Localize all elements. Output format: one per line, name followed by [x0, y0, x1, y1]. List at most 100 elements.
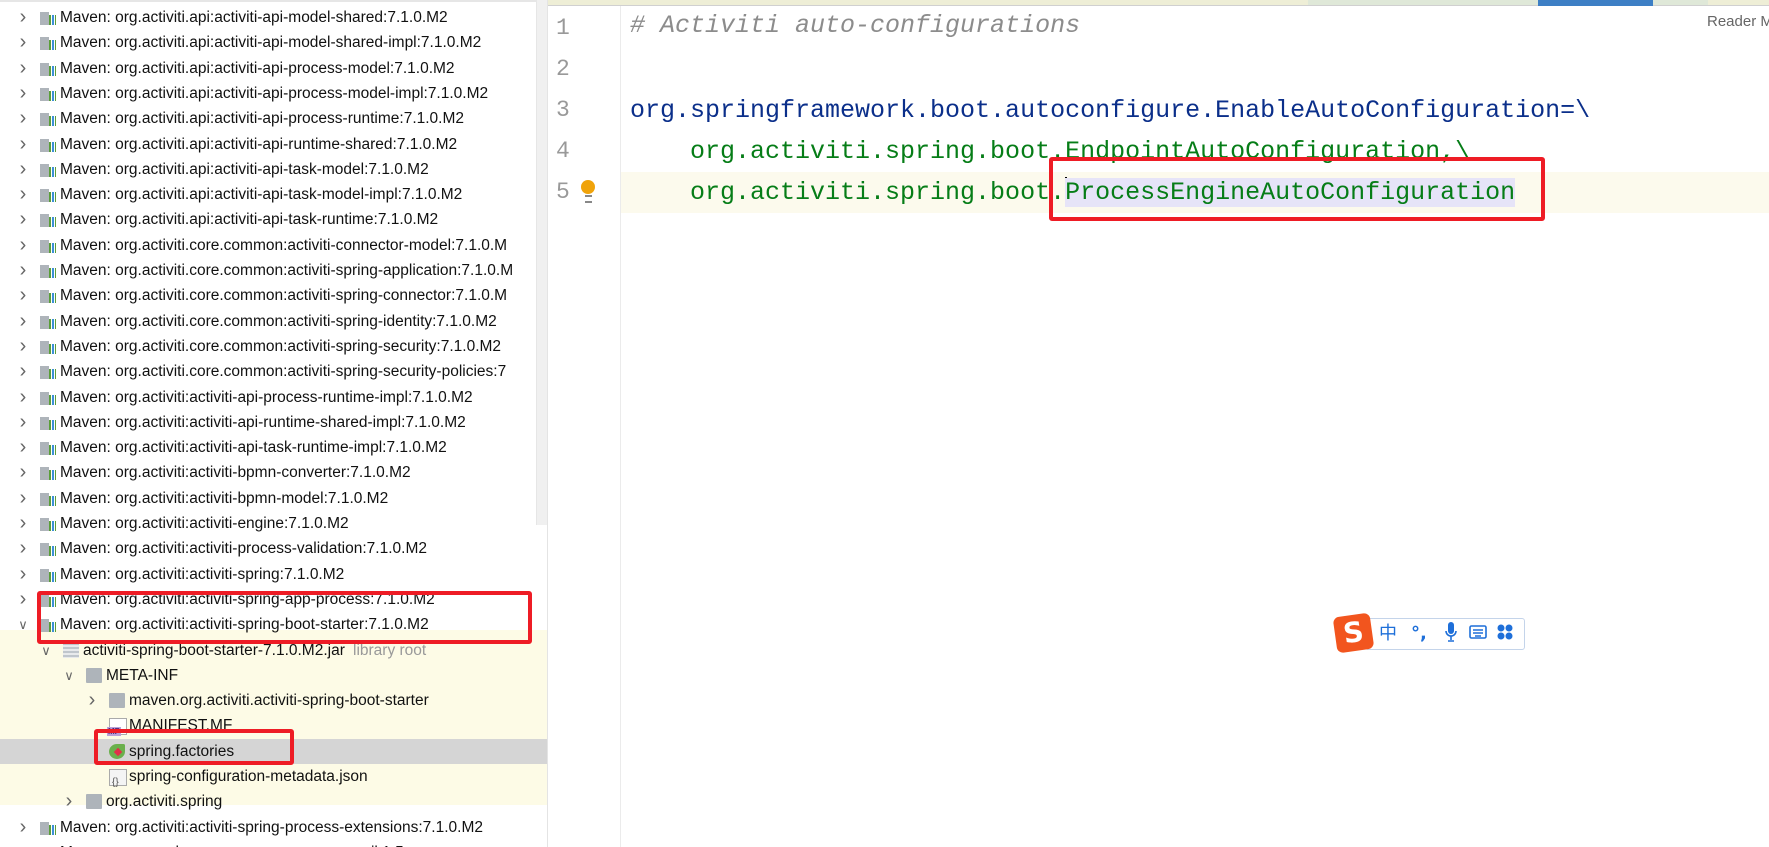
chevron-right-icon[interactable]: ›: [17, 486, 29, 511]
tree-item[interactable]: › Maven: org.activiti.api:activiti-api-pr…: [0, 106, 547, 131]
chevron-right-icon[interactable]: ›: [17, 460, 29, 485]
chevron-right-icon[interactable]: ›: [17, 157, 29, 182]
maven-library-icon: [40, 516, 56, 531]
tree-item[interactable]: › Maven: org.activiti:activiti-spring-pro…: [0, 815, 547, 840]
tree-item[interactable]: › Maven: org.activiti.api:activiti-api-ta…: [0, 182, 547, 207]
code-line-1[interactable]: # Activiti auto-configurations: [630, 5, 1080, 46]
line-number: 4: [556, 138, 570, 164]
tree-item-label: Maven: org.activiti:activiti-bpmn-model:…: [60, 489, 389, 507]
ime-chinese-mode[interactable]: 中: [1379, 621, 1397, 647]
chevron-right-icon[interactable]: ›: [17, 5, 29, 30]
project-tree-panel: › Maven: org.activiti.api:activiti-api-mo…: [0, 0, 548, 847]
chevron-right-icon[interactable]: ›: [17, 511, 29, 536]
chevron-right-icon[interactable]: ›: [17, 334, 29, 359]
chevron-right-icon[interactable]: ›: [86, 688, 98, 713]
tree-item[interactable]: › Maven: org.activiti.api:activiti-api-ru…: [0, 132, 547, 157]
chevron-right-icon[interactable]: ›: [17, 106, 29, 131]
line-number: 5: [556, 179, 570, 205]
keyboard-icon[interactable]: [1469, 621, 1487, 651]
tree-item[interactable]: › Maven: org.activiti.core.common:activit…: [0, 309, 547, 334]
chevron-right-icon[interactable]: ›: [17, 56, 29, 81]
tree-item[interactable]: › Maven: org.activiti.core.common:activit…: [0, 258, 547, 283]
tree-item[interactable]: › maven.org.activiti.activiti-spring-boot…: [0, 688, 547, 713]
tree-item[interactable]: › org.activiti.spring: [0, 789, 547, 814]
chevron-right-icon[interactable]: ›: [17, 233, 29, 258]
maven-library-icon: [40, 389, 56, 405]
tree-item[interactable]: › Maven: org.activiti.core.common:activit…: [0, 334, 547, 359]
maven-library-icon: [40, 313, 56, 329]
maven-library-icon: [40, 136, 56, 152]
chevron-right-icon[interactable]: ›: [17, 132, 29, 157]
tree-item[interactable]: › Maven: org.activiti:activiti-api-runtim…: [0, 410, 547, 435]
chevron-right-icon[interactable]: ›: [17, 81, 29, 106]
tree-item[interactable]: › Maven: org.activiti:activiti-engine:7.1…: [0, 511, 547, 536]
tree-scrollbar[interactable]: [536, 0, 547, 525]
chevron-right-icon[interactable]: ›: [17, 309, 29, 334]
reader-mode-button[interactable]: Reader M: [1707, 13, 1769, 30]
maven-library-icon: [40, 414, 56, 430]
tree-item[interactable]: › Maven: org.activiti.core.common:activit…: [0, 283, 547, 308]
maven-library-icon: [40, 819, 56, 835]
mic-icon[interactable]: [1444, 621, 1458, 651]
chevron-right-icon[interactable]: ›: [17, 840, 29, 847]
tree-item[interactable]: › Maven: org.activiti.api:activiti-api-pr…: [0, 81, 547, 106]
tree-item[interactable]: › Maven: org.activiti:activiti-bpmn-conve…: [0, 460, 547, 485]
chevron-right-icon[interactable]: ›: [17, 587, 29, 612]
tree-item[interactable]: spring-configuration-metadata.json: [0, 764, 547, 795]
lightbulb-icon[interactable]: [581, 180, 595, 203]
tree-item-label: Maven: org.activiti:activiti-spring:7.1.…: [60, 565, 345, 583]
tree-item[interactable]: › Maven: org.activiti:activiti-api-task-r…: [0, 435, 547, 460]
chevron-down-icon[interactable]: ∨: [63, 663, 75, 688]
tree-item-label: Maven: org.activiti.api:activiti-api-mod…: [60, 34, 482, 52]
sogou-logo[interactable]: S: [1332, 612, 1375, 654]
line-number: 1: [556, 15, 570, 41]
chevron-right-icon[interactable]: ›: [17, 207, 29, 232]
tree-item-label: Maven: org.activiti.api:activiti-api-tas…: [60, 211, 439, 229]
chevron-down-icon[interactable]: ∨: [17, 612, 29, 637]
tree-item-label: Maven: org.activiti:activiti-engine:7.1.…: [60, 515, 349, 532]
maven-library-icon: [40, 187, 56, 203]
tree-item[interactable]: › Maven: org.activiti.api:activiti-api-mo…: [0, 5, 547, 30]
maven-library-icon: [40, 212, 56, 228]
tree-item-label: Maven: org.activiti.core.common:activiti…: [60, 236, 508, 254]
maven-library-icon: [40, 85, 56, 101]
chevron-right-icon[interactable]: ›: [17, 30, 29, 55]
tree-item[interactable]: › Maven: org.apache.commons:commons-email…: [0, 840, 547, 847]
tree-item-label: Maven: org.activiti.core.common:activiti…: [60, 262, 514, 279]
ime-punctuation[interactable]: °,: [1411, 621, 1427, 647]
tree-item[interactable]: › Maven: org.activiti:activiti-process-va…: [0, 536, 547, 561]
chevron-right-icon[interactable]: ›: [17, 410, 29, 435]
tree-item[interactable]: › Maven: org.activiti:activiti-bpmn-model…: [0, 486, 547, 511]
tree-item[interactable]: › Maven: org.activiti:activiti-api-proces…: [0, 385, 547, 410]
chevron-right-icon[interactable]: ›: [17, 562, 29, 587]
tree-item-label: Maven: org.activiti.api:activiti-api-pro…: [60, 110, 465, 128]
chevron-right-icon[interactable]: ›: [17, 283, 29, 308]
tree-item[interactable]: › Maven: org.activiti.api:activiti-api-pr…: [0, 56, 547, 81]
tree-item[interactable]: › Maven: org.activiti.api:activiti-api-ta…: [0, 207, 547, 232]
chevron-right-icon[interactable]: ›: [17, 435, 29, 460]
chevron-right-icon[interactable]: ›: [17, 359, 29, 384]
chevron-right-icon[interactable]: ›: [17, 258, 29, 283]
tree-item[interactable]: › Maven: org.activiti:activiti-spring:7.1…: [0, 562, 547, 587]
maven-library-icon: [40, 364, 56, 380]
tree-item[interactable]: ∨ META-INF: [0, 663, 547, 688]
chevron-right-icon[interactable]: ›: [17, 182, 29, 207]
code-editor[interactable]: 1 2 3 4 5 # Activiti auto-configurations…: [548, 0, 1769, 847]
code-line-3[interactable]: org.springframework.boot.autoconfigure.E…: [630, 90, 1590, 131]
maven-library-icon: [40, 35, 56, 51]
chevron-right-icon[interactable]: ›: [17, 815, 29, 840]
tree-item[interactable]: › Maven: org.activiti.core.common:activit…: [0, 359, 547, 384]
tree-item[interactable]: › Maven: org.activiti.core.common:activit…: [0, 233, 547, 258]
active-tab-indicator[interactable]: [1538, 0, 1653, 6]
chevron-right-icon[interactable]: ›: [17, 536, 29, 561]
tree-item[interactable]: › Maven: org.activiti.api:activiti-api-mo…: [0, 30, 547, 55]
chevron-right-icon[interactable]: ›: [17, 385, 29, 410]
tree-item-label: spring-configuration-metadata.json: [129, 768, 368, 785]
tree-item[interactable]: › Maven: org.activiti.api:activiti-api-ta…: [0, 157, 547, 182]
tree-item-label: Maven: org.activiti.core.common:activiti…: [60, 312, 497, 330]
chevron-right-icon[interactable]: ›: [63, 789, 75, 814]
tree-item-label: Maven: org.activiti.core.common:activiti…: [60, 337, 502, 355]
folder-icon: [86, 794, 102, 810]
grid-icon[interactable]: [1496, 621, 1514, 651]
line-number: 3: [556, 97, 570, 123]
